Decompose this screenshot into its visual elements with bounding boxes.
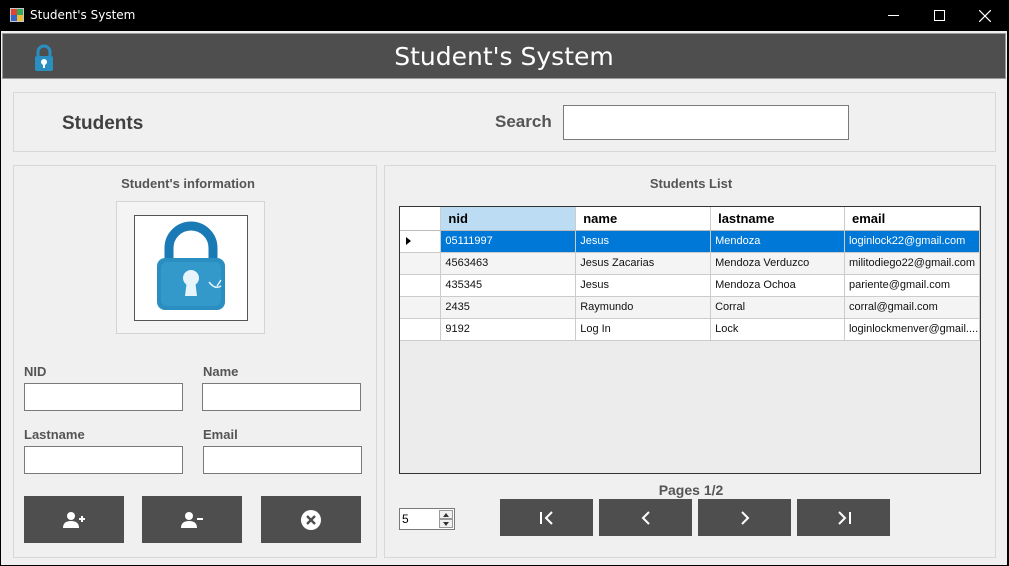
cell-nid[interactable]: 2435 (440, 296, 577, 319)
cell-email[interactable]: militodiego22@gmail.com (844, 252, 980, 275)
next-page-button[interactable] (698, 499, 791, 536)
first-page-icon (539, 510, 553, 525)
row-header-corner (400, 207, 442, 231)
cell-nid[interactable]: 9192 (440, 318, 577, 341)
cell-nid[interactable]: 4563463 (440, 252, 577, 275)
table-header-row: nid name lastname email (400, 207, 980, 231)
page-size-stepper[interactable]: 5 (399, 508, 455, 530)
student-info-panel: Student's information NID Name Lastname … (13, 165, 377, 558)
chevron-right-icon (740, 510, 749, 525)
last-page-icon (837, 510, 851, 525)
students-list-title: Students List (649, 176, 733, 191)
student-info-title: Student's information (121, 176, 255, 191)
cell-name[interactable]: Jesus (575, 230, 712, 253)
lastname-field[interactable] (24, 446, 183, 474)
table-row[interactable]: 05111997 Jesus Mendoza loginlock22@gmail… (400, 230, 980, 253)
cell-email[interactable]: loginlock22@gmail.com (844, 230, 980, 253)
name-label: Name (203, 364, 239, 379)
column-header-email[interactable]: email (844, 207, 980, 231)
cell-lastname[interactable]: Lock (710, 318, 845, 341)
chevron-up-icon (443, 512, 449, 517)
email-label: Email (203, 427, 238, 442)
student-photo (134, 215, 248, 321)
cell-name[interactable]: Raymundo (575, 296, 712, 319)
top-panel: Students Search (13, 92, 996, 152)
students-table: nid name lastname email 05111997 Jesus M… (400, 207, 980, 341)
stepper-down-button[interactable] (439, 519, 453, 528)
nid-field[interactable] (24, 383, 183, 411)
first-page-button[interactable] (500, 499, 593, 536)
cell-email[interactable]: pariente@gmail.com (844, 274, 980, 297)
app-icon (10, 8, 24, 22)
row-selector[interactable] (400, 252, 442, 275)
app-header: Student's System (2, 33, 1006, 79)
nid-label: NID (24, 364, 47, 379)
remove-user-icon (181, 511, 203, 528)
students-list-panel: Students List nid name lastname email 05… (384, 165, 996, 558)
row-selector[interactable] (400, 230, 442, 253)
cancel-icon (301, 509, 321, 530)
minimize-button[interactable] (870, 0, 916, 31)
header-title: Student's System (394, 42, 614, 71)
cell-name[interactable]: Jesus Zacarias (575, 252, 712, 275)
column-header-lastname[interactable]: lastname (710, 207, 845, 231)
name-field[interactable] (202, 383, 361, 411)
remove-student-button[interactable] (142, 496, 242, 543)
last-page-button[interactable] (797, 499, 890, 536)
table-row[interactable]: 435345 Jesus Mendoza Ochoa pariente@gmai… (400, 274, 980, 297)
stepper-up-button[interactable] (439, 510, 453, 519)
client-area: Student's System Students Search Student… (1, 31, 1007, 565)
cell-email[interactable]: loginlockmenver@gmail.... (844, 318, 980, 341)
row-selector[interactable] (400, 318, 442, 341)
cell-lastname[interactable]: Corral (710, 296, 845, 319)
row-selector[interactable] (400, 296, 442, 319)
add-user-icon (63, 511, 85, 528)
cell-email[interactable]: corral@gmail.com (844, 296, 980, 319)
photo-frame[interactable] (116, 201, 265, 334)
cell-nid[interactable]: 435345 (440, 274, 577, 297)
chevron-left-icon (641, 510, 650, 525)
row-selector[interactable] (400, 274, 442, 297)
page-size-value[interactable]: 5 (402, 512, 409, 526)
cell-nid[interactable]: 05111997 (440, 230, 577, 253)
previous-page-button[interactable] (599, 499, 692, 536)
students-grid[interactable]: nid name lastname email 05111997 Jesus M… (399, 206, 981, 474)
chevron-down-icon (443, 521, 449, 526)
lastname-label: Lastname (24, 427, 85, 442)
title-bar: Student's System (0, 0, 1009, 31)
close-window-button[interactable] (962, 0, 1008, 31)
window-title: Student's System (30, 8, 136, 22)
lock-photo-icon (157, 221, 225, 310)
cell-lastname[interactable]: Mendoza Verduzco (710, 252, 845, 275)
search-input[interactable] (563, 105, 849, 140)
search-label: Search (495, 112, 552, 131)
column-header-nid[interactable]: nid (440, 207, 577, 231)
maximize-button[interactable] (916, 0, 962, 31)
column-header-name[interactable]: name (575, 207, 712, 231)
table-row[interactable]: 4563463 Jesus Zacarias Mendoza Verduzco … (400, 252, 980, 275)
table-row[interactable]: 2435 Raymundo Corral corral@gmail.com (400, 296, 980, 319)
cell-name[interactable]: Log In (575, 318, 712, 341)
minimize-icon (887, 15, 899, 16)
current-row-icon (406, 237, 411, 245)
pages-indicator: Pages 1/2 (658, 482, 724, 498)
cell-lastname[interactable]: Mendoza Ochoa (710, 274, 845, 297)
close-icon (979, 9, 991, 22)
page-title: Students (62, 113, 144, 134)
table-row[interactable]: 9192 Log In Lock loginlockmenver@gmail..… (400, 318, 980, 341)
add-student-button[interactable] (24, 496, 124, 543)
maximize-icon (933, 10, 945, 21)
cell-lastname[interactable]: Mendoza (710, 230, 845, 253)
email-field[interactable] (203, 446, 362, 474)
clear-button[interactable] (261, 496, 361, 543)
cell-name[interactable]: Jesus (575, 274, 712, 297)
